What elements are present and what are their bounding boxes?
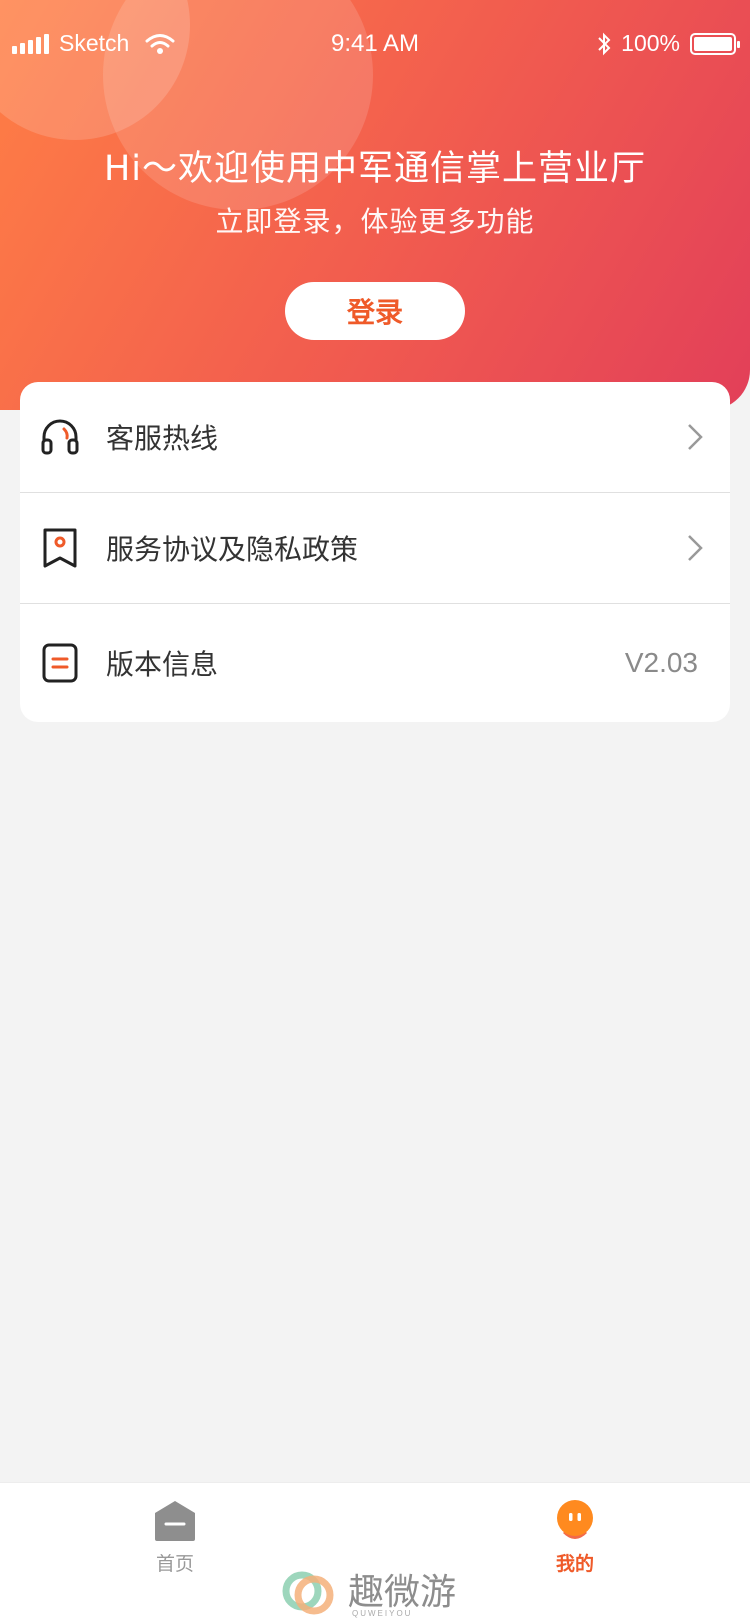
menu-item-label: 服务协议及隐私政策 [106,533,359,566]
watermark-logo-icon [282,1571,334,1615]
menu-item-label: 版本信息 [106,648,219,681]
document-icon [42,643,78,683]
bookmark-icon [43,528,77,568]
tab-label: 我的 [555,1553,594,1575]
menu-item-version-info[interactable]: 版本信息 V2.03 [20,604,730,722]
battery-percent: 100% [621,30,680,56]
welcome-title: Hi～欢迎使用中军通信掌上营业厅 [103,149,647,189]
tab-home[interactable]: 首页 [125,1499,225,1576]
menu-item-customer-service[interactable]: 客服热线 [20,382,730,492]
menu-item-agreement-privacy[interactable]: 服务协议及隐私政策 [20,493,730,603]
profile-icon [557,1500,593,1539]
version-value: V2.03 [624,647,698,678]
welcome-subtitle: 立即登录，体验更多功能 [215,205,535,238]
menu-item-label: 客服热线 [106,422,219,455]
tab-label: 首页 [155,1553,194,1575]
watermark-text: 趣微游 [348,1572,457,1613]
tab-mine[interactable]: 我的 [525,1499,625,1576]
watermark: 趣微游 QUWEIYOU [280,1565,480,1621]
watermark-subtext: QUWEIYOU [352,1609,413,1618]
chevron-right-icon [688,535,703,561]
chevron-right-icon [688,424,703,450]
menu-card: 客服热线 服务协议及隐私政策 版本信息 V2.03 [20,382,730,722]
battery-icon [690,32,740,55]
bluetooth-icon [598,32,611,55]
status-bar: Sketch 9:41 AM 100% [0,0,750,90]
headset-icon [41,419,79,455]
login-button[interactable]: 登录 [285,282,465,340]
home-icon [155,1501,195,1541]
